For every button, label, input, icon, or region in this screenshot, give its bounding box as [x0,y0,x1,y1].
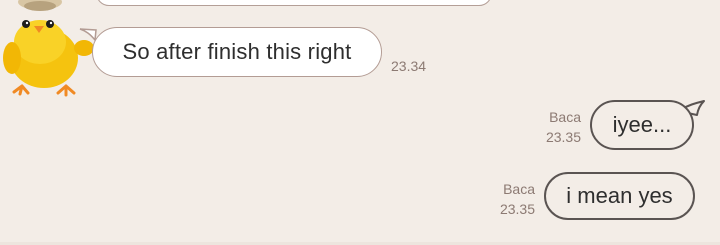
message-meta: Baca 23.35 [500,179,535,219]
outgoing-message-bubble[interactable]: i mean yes [544,172,695,220]
incoming-message-bubble[interactable]: So after finish this right [92,27,382,77]
message-text: iyee... [612,112,672,137]
yellow-chick-sticker-icon [3,0,94,97]
message-meta: Baca 23.35 [546,107,581,147]
message-timestamp: 23.34 [391,58,427,74]
message-timestamp: 23.35 [499,201,535,217]
message-timestamp: 23.35 [545,129,581,145]
message-text: So after finish this right [122,39,352,64]
read-status: Baca [549,109,581,125]
previous-message-bubble[interactable] [96,0,492,6]
read-status: Baca [503,181,535,197]
outgoing-message-bubble[interactable]: iyee... [590,100,694,150]
message-text: i mean yes [566,183,673,208]
